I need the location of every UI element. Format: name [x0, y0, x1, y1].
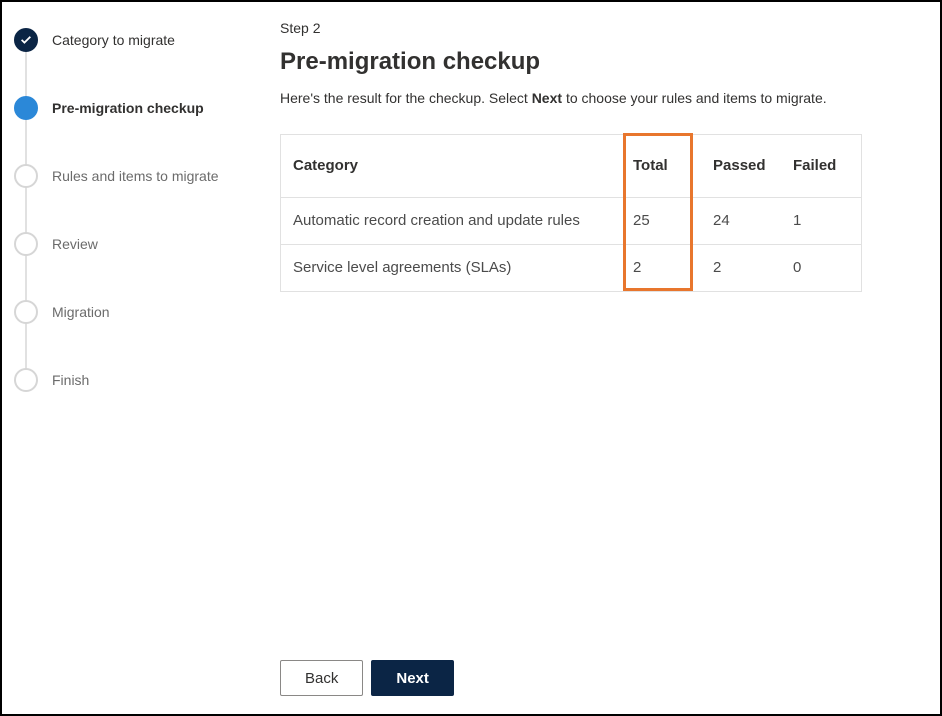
- step-label: Pre-migration checkup: [52, 100, 204, 116]
- header-passed[interactable]: Passed: [701, 135, 781, 197]
- header-total[interactable]: Total: [621, 135, 701, 197]
- step-migration[interactable]: Migration: [14, 278, 262, 346]
- step-category-to-migrate[interactable]: Category to migrate: [14, 6, 262, 74]
- wizard-footer: Back Next: [280, 660, 900, 696]
- step-indicator: Step 2: [280, 20, 900, 36]
- cell-total: 25: [621, 197, 701, 244]
- step-pre-migration-checkup[interactable]: Pre-migration checkup: [14, 74, 262, 142]
- cell-failed: 0: [781, 244, 861, 291]
- header-category[interactable]: Category: [281, 135, 621, 197]
- cell-category: Automatic record creation and update rul…: [281, 197, 621, 244]
- checkup-table: Category Total Passed Failed Automatic r…: [281, 135, 861, 291]
- step-label: Category to migrate: [52, 32, 175, 48]
- step-review[interactable]: Review: [14, 210, 262, 278]
- step-finish[interactable]: Finish: [14, 346, 262, 414]
- desc-text-after: to choose your rules and items to migrat…: [566, 90, 827, 106]
- desc-text-before: Here's the result for the checkup. Selec…: [280, 90, 532, 106]
- table-row[interactable]: Service level agreements (SLAs) 2 2 0: [281, 244, 861, 291]
- cell-passed: 24: [701, 197, 781, 244]
- back-button[interactable]: Back: [280, 660, 363, 696]
- table-row[interactable]: Automatic record creation and update rul…: [281, 197, 861, 244]
- page-title: Pre-migration checkup: [280, 48, 900, 76]
- upcoming-step-icon: [14, 164, 38, 188]
- step-rules-and-items[interactable]: Rules and items to migrate: [14, 142, 262, 210]
- upcoming-step-icon: [14, 368, 38, 392]
- desc-text-emph: Next: [532, 90, 562, 106]
- step-list: Category to migrate Pre-migration checku…: [14, 6, 262, 414]
- step-label: Review: [52, 236, 98, 252]
- upcoming-step-icon: [14, 232, 38, 256]
- header-failed[interactable]: Failed: [781, 135, 861, 197]
- step-label: Rules and items to migrate: [52, 168, 219, 184]
- table-header-row: Category Total Passed Failed: [281, 135, 861, 197]
- step-label: Migration: [52, 304, 110, 320]
- active-step-icon: [14, 96, 38, 120]
- checkmark-icon: [14, 28, 38, 52]
- wizard-page: Category to migrate Pre-migration checku…: [0, 0, 942, 716]
- upcoming-step-icon: [14, 300, 38, 324]
- cell-total: 2: [621, 244, 701, 291]
- main-content: Step 2 Pre-migration checkup Here's the …: [262, 2, 940, 714]
- step-label: Finish: [52, 372, 89, 388]
- cell-category: Service level agreements (SLAs): [281, 244, 621, 291]
- cell-failed: 1: [781, 197, 861, 244]
- cell-passed: 2: [701, 244, 781, 291]
- next-button[interactable]: Next: [371, 660, 454, 696]
- page-description: Here's the result for the checkup. Selec…: [280, 90, 900, 106]
- checkup-table-container: Category Total Passed Failed Automatic r…: [280, 134, 862, 292]
- wizard-sidebar: Category to migrate Pre-migration checku…: [2, 2, 262, 714]
